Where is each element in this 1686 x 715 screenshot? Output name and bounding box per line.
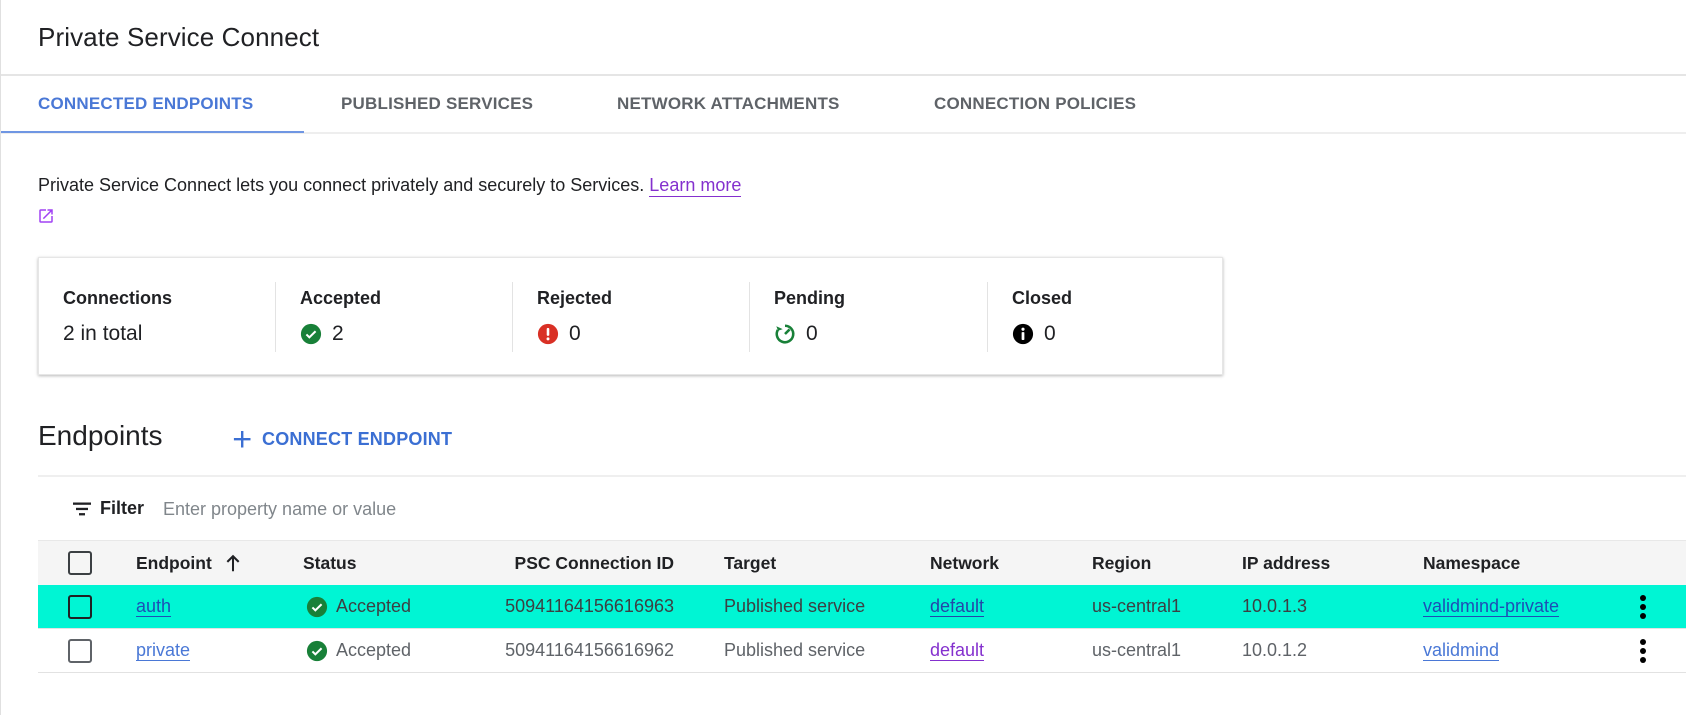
column-header-psc-connection-id[interactable]: PSC Connection ID <box>478 541 674 585</box>
network-cell: default <box>930 629 985 672</box>
pending-icon <box>775 324 795 344</box>
table-row[interactable]: auth Accepted 50941164156616963 Publishe… <box>38 585 1686 629</box>
table-header: Endpoint Status PSC Connection ID Target… <box>38 540 1686 585</box>
row-actions-cell <box>1631 585 1655 628</box>
stat-pending: Pending 0 <box>750 258 987 376</box>
sort-ascending-icon[interactable] <box>222 552 244 574</box>
error-icon <box>537 323 559 345</box>
psc-connection-id-cell: 50941164156616962 <box>505 640 674 660</box>
namespace-link[interactable]: validmind-private <box>1423 596 1560 618</box>
learn-more-link[interactable]: Learn more <box>649 175 742 197</box>
stat-closed: Closed 0 <box>988 258 1224 376</box>
network-link[interactable]: default <box>930 596 985 618</box>
endpoint-link[interactable]: auth <box>136 596 172 618</box>
endpoint-cell: private <box>136 629 191 672</box>
ip-address-cell: 10.0.1.2 <box>1242 640 1308 660</box>
stat-accepted: Accepted 2 <box>276 258 512 376</box>
namespace-cell: validmind-private <box>1423 585 1560 628</box>
stat-rejected: Rejected 0 <box>513 258 749 376</box>
page-title: Private Service Connect <box>38 22 320 52</box>
endpoints-title: Endpoints <box>38 420 163 451</box>
filter-icon[interactable] <box>70 497 94 521</box>
description-text: Private Service Connect lets you connect… <box>38 175 650 195</box>
connections-total: 2 in total <box>63 322 143 345</box>
more-vert-icon[interactable] <box>1631 636 1655 666</box>
stat-label-connections: Connections <box>63 288 173 308</box>
psc-connection-id-cell: 50941164156616963 <box>505 596 674 616</box>
stat-connections: Connections 2 in total <box>39 258 275 376</box>
stat-value-connections: 2 in total <box>63 322 142 346</box>
namespace-link[interactable]: validmind <box>1423 640 1500 662</box>
column-header-ip-address[interactable]: IP address <box>1242 541 1330 585</box>
stat-label-rejected: Rejected <box>537 288 613 308</box>
column-header-status[interactable]: Status <box>303 541 356 585</box>
column-header-endpoint[interactable]: Endpoint <box>136 541 244 585</box>
ip-address-cell: 10.0.1.3 <box>1242 596 1308 616</box>
stat-label-accepted: Accepted <box>300 288 382 308</box>
column-header-endpoint-label: Endpoint <box>136 552 212 573</box>
connect-endpoint-button[interactable]: CONNECT ENDPOINT <box>230 425 452 453</box>
check-circle-icon <box>306 596 328 617</box>
rejected-count: 0 <box>569 322 581 345</box>
row-select-cell <box>68 585 92 628</box>
target-cell: Published service <box>724 596 866 616</box>
status-cell: Accepted <box>306 629 411 672</box>
region-cell: us-central1 <box>1092 640 1182 660</box>
check-circle-icon <box>306 640 328 661</box>
filter-label: Filter <box>100 498 145 518</box>
status-text: Accepted <box>336 596 412 616</box>
pending-count: 0 <box>806 322 818 345</box>
plus-icon <box>233 431 251 448</box>
column-header-region[interactable]: Region <box>1092 541 1151 585</box>
tab-bar: CONNECTED ENDPOINTS PUBLISHED SERVICES N… <box>1 76 1686 134</box>
tab-connection-policies[interactable]: CONNECTION POLICIES <box>934 76 1136 132</box>
external-link-icon[interactable] <box>37 207 55 225</box>
connections-summary-card: Connections 2 in total Accepted 2 Reject… <box>38 257 1223 375</box>
status-cell: Accepted <box>306 585 411 628</box>
row-checkbox[interactable] <box>68 594 92 619</box>
stat-value-closed: 0 <box>1012 322 1056 346</box>
column-header-network[interactable]: Network <box>930 541 999 585</box>
stat-value-accepted: 2 <box>300 322 344 346</box>
stat-value-rejected: 0 <box>537 322 581 346</box>
stat-value-pending: 0 <box>774 322 818 346</box>
namespace-cell: validmind <box>1423 629 1500 672</box>
row-actions-cell <box>1631 629 1655 672</box>
stat-label-pending: Pending <box>774 288 845 308</box>
target-cell: Published service <box>724 640 866 660</box>
stat-label-closed: Closed <box>1012 288 1073 308</box>
endpoint-cell: auth <box>136 585 172 628</box>
active-tab-indicator <box>1 131 304 133</box>
network-link[interactable]: default <box>930 640 985 662</box>
column-header-namespace[interactable]: Namespace <box>1423 541 1520 585</box>
closed-count: 0 <box>1044 322 1056 345</box>
select-all-cell <box>68 541 92 585</box>
status-text: Accepted <box>336 640 412 660</box>
row-select-cell <box>68 629 92 672</box>
select-all-checkbox[interactable] <box>68 551 92 575</box>
page-description: Private Service Connect lets you connect… <box>38 175 742 197</box>
endpoints-table: Endpoint Status PSC Connection ID Target… <box>38 540 1686 673</box>
tab-connected-endpoints[interactable]: CONNECTED ENDPOINTS <box>38 76 253 132</box>
tab-published-services[interactable]: PUBLISHED SERVICES <box>341 76 533 132</box>
network-cell: default <box>930 585 985 628</box>
table-row[interactable]: private Accepted 50941164156616962 Publi… <box>38 629 1686 673</box>
row-checkbox[interactable] <box>68 638 92 663</box>
check-circle-icon <box>300 323 322 345</box>
tab-network-attachments[interactable]: NETWORK ATTACHMENTS <box>617 76 840 132</box>
filter-bar: Filter <box>38 477 1686 540</box>
info-icon <box>1012 323 1034 345</box>
endpoint-link[interactable]: private <box>136 640 191 662</box>
column-header-target[interactable]: Target <box>724 541 776 585</box>
more-vert-icon[interactable] <box>1631 592 1655 622</box>
accepted-count: 2 <box>332 322 344 345</box>
filter-input[interactable] <box>163 491 863 527</box>
connect-endpoint-label: CONNECT ENDPOINT <box>262 428 453 449</box>
region-cell: us-central1 <box>1092 596 1182 616</box>
